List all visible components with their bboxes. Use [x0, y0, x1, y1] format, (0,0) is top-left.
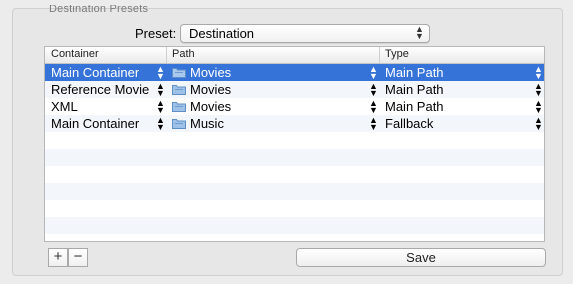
- folder-icon: [172, 118, 186, 129]
- type-popup-arrows-icon[interactable]: ▲ ▼: [534, 99, 543, 115]
- container-popup-arrows-icon[interactable]: ▲ ▼: [156, 82, 165, 98]
- container-cell: Main Container: [51, 65, 140, 80]
- preset-popup[interactable]: Destination ▲ ▼: [180, 24, 430, 43]
- container-cell: XML: [51, 99, 78, 114]
- table-header: Container Path Type: [45, 47, 544, 64]
- column-header-type[interactable]: Type: [385, 48, 409, 60]
- path-popup-arrows-icon[interactable]: ▲ ▼: [369, 82, 378, 98]
- type-popup-arrows-icon[interactable]: ▲ ▼: [534, 65, 543, 81]
- add-remove-buttons: + −: [48, 248, 92, 268]
- container-popup-arrows-icon[interactable]: ▲ ▼: [156, 65, 165, 81]
- path-cell: Movies: [190, 99, 232, 114]
- add-button[interactable]: +: [48, 248, 68, 267]
- type-cell: Main Path: [385, 65, 444, 80]
- table-row: [45, 234, 544, 241]
- column-separator: [379, 47, 380, 63]
- type-cell: Main Path: [385, 99, 444, 114]
- table-row: [45, 149, 544, 166]
- path-cell: Movies: [190, 65, 232, 80]
- type-cell: Main Path: [385, 82, 444, 97]
- preset-label: Preset:: [135, 26, 177, 41]
- table-row: [45, 132, 544, 149]
- group-title: Destination Presets: [49, 5, 149, 15]
- path-popup-arrows-icon[interactable]: ▲ ▼: [369, 99, 378, 115]
- table-row[interactable]: Reference Movie ▲ ▼ Movies ▲ ▼ Main Path ▲ ▼: [45, 81, 544, 98]
- table-row: [45, 166, 544, 183]
- table-row: [45, 200, 544, 217]
- table-row[interactable]: Main Container ▲ ▼ Music ▲ ▼ Fallback ▲ ▼: [45, 115, 544, 132]
- table-row: [45, 217, 544, 234]
- path-cell: Music: [190, 116, 224, 131]
- container-cell: Main Container: [51, 116, 140, 131]
- path-popup-arrows-icon[interactable]: ▲ ▼: [369, 116, 378, 132]
- remove-button[interactable]: −: [68, 248, 88, 267]
- type-cell: Fallback: [385, 116, 434, 131]
- folder-icon: [172, 101, 186, 112]
- popup-arrows-icon: ▲ ▼: [415, 24, 424, 41]
- preset-popup-value: Destination: [189, 26, 255, 41]
- table-rows: Main Container ▲ ▼ Movies ▲ ▼ Main Path ▲ ▼ Refer…: [45, 64, 544, 241]
- preset-row: Preset: Destination ▲ ▼: [0, 24, 573, 44]
- folder-icon: [172, 84, 186, 95]
- column-header-path[interactable]: Path: [172, 48, 195, 60]
- table-row[interactable]: XML ▲ ▼ Movies ▲ ▼ Main Path ▲ ▼: [45, 98, 544, 115]
- container-cell: Reference Movie: [51, 82, 150, 97]
- save-button[interactable]: Save: [296, 248, 546, 267]
- column-header-container[interactable]: Container: [51, 48, 99, 60]
- path-popup-arrows-icon[interactable]: ▲ ▼: [369, 65, 378, 81]
- table-row[interactable]: Main Container ▲ ▼ Movies ▲ ▼ Main Path ▲ ▼: [45, 64, 544, 81]
- folder-icon: [172, 67, 186, 78]
- container-popup-arrows-icon[interactable]: ▲ ▼: [156, 116, 165, 132]
- presets-table[interactable]: Container Path Type Main Container ▲ ▼ Movi…: [44, 46, 545, 242]
- type-popup-arrows-icon[interactable]: ▲ ▼: [534, 82, 543, 98]
- column-separator: [166, 47, 167, 63]
- type-popup-arrows-icon[interactable]: ▲ ▼: [534, 116, 543, 132]
- path-cell: Movies: [190, 82, 232, 97]
- container-popup-arrows-icon[interactable]: ▲ ▼: [156, 99, 165, 115]
- table-row: [45, 183, 544, 200]
